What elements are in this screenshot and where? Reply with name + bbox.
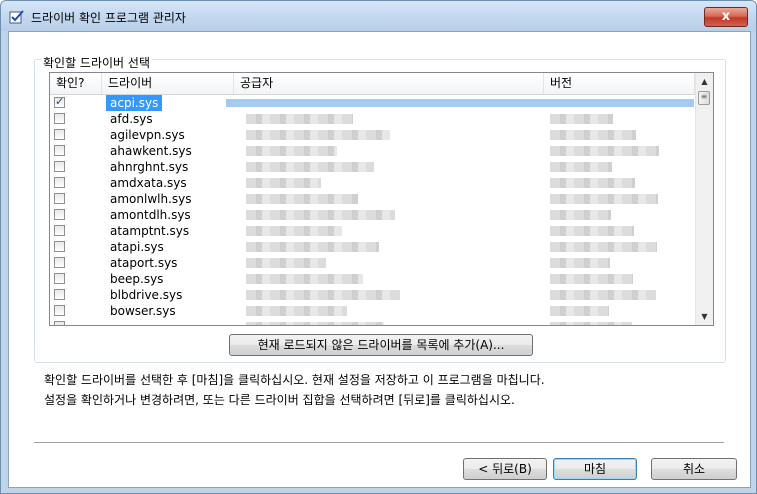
version-redacted: [550, 210, 611, 220]
driver-list[interactable]: 확인? 드라이버 공급자 버전 acpi.sysafd.sys agilevpn.…: [49, 72, 714, 326]
verify-checkbox[interactable]: [54, 257, 65, 268]
version-redacted: [550, 146, 659, 156]
vendor-redacted: [246, 162, 374, 172]
vendor-redacted: [246, 194, 358, 204]
vendor-redacted: [246, 306, 347, 316]
driver-name: ataport.sys: [110, 256, 178, 270]
close-icon: x: [721, 9, 731, 24]
table-row[interactable]: ataport.sys: [50, 255, 695, 271]
column-header-check[interactable]: 확인?: [50, 73, 102, 94]
scroll-up-arrow-icon[interactable]: ▲: [696, 73, 713, 90]
driver-name: amontdlh.sys: [110, 208, 191, 222]
vendor-redacted: [246, 258, 326, 268]
version-redacted: [550, 306, 609, 316]
back-button[interactable]: < 뒤로(B): [463, 458, 547, 480]
driver-name: bowser.sys: [110, 304, 176, 318]
driver-name: amonlwlh.sys: [110, 192, 192, 206]
driver-name: atapi.sys: [110, 240, 164, 254]
title-bar[interactable]: 드라이버 확인 프로그램 관리자 x: [1, 1, 756, 31]
table-row[interactable]: afd.sys: [50, 111, 695, 127]
close-button[interactable]: x: [704, 7, 748, 27]
driver-name: acpi.sys: [106, 95, 163, 111]
version-redacted: [550, 242, 657, 252]
table-row[interactable]: ahnrghnt.sys: [50, 159, 695, 175]
column-header-version[interactable]: 버전: [544, 73, 695, 94]
column-header-driver[interactable]: 드라이버: [102, 73, 234, 94]
column-header-vendor[interactable]: 공급자: [234, 73, 544, 94]
instruction-text-1: 확인할 드라이버를 선택한 후 [마침]을 클릭하십시오. 현재 설정을 저장하…: [44, 373, 545, 387]
verify-checkbox[interactable]: [54, 305, 65, 316]
verify-checkbox[interactable]: [54, 145, 65, 156]
list-header: 확인? 드라이버 공급자 버전: [50, 73, 695, 95]
verify-checkbox[interactable]: [54, 113, 65, 124]
vendor-redacted: [246, 210, 395, 220]
driver-name: beep.sys: [110, 272, 164, 286]
vendor-redacted: [246, 146, 337, 156]
table-row[interactable]: atapi.sys: [50, 239, 695, 255]
version-redacted: [550, 194, 658, 204]
version-redacted: [550, 162, 612, 172]
vendor-redacted: [246, 226, 342, 236]
driver-name: atamptnt.sys: [110, 224, 190, 238]
client-area: 확인할 드라이버 선택 확인? 드라이버 공급자 버전 acpi.sysafd.…: [8, 31, 751, 488]
scroll-down-arrow-icon[interactable]: ▼: [696, 308, 713, 325]
driver-name: agilevpn.sys: [110, 128, 185, 142]
table-row[interactable]: atamptnt.sys: [50, 223, 695, 239]
version-redacted: [550, 290, 656, 300]
vendor-redacted: [246, 130, 390, 140]
driver-name: ahnrghnt.sys: [110, 160, 189, 174]
finish-button[interactable]: 마침: [553, 458, 637, 480]
version-redacted: [550, 226, 634, 236]
version-redacted: [550, 258, 610, 268]
driver-name: ahawkent.sys: [110, 144, 192, 158]
table-row[interactable]: amontdlh.sys: [50, 207, 695, 223]
vendor-redacted: [246, 274, 363, 284]
table-row[interactable]: blbdrive.sys: [50, 287, 695, 303]
row-selection-highlight: [226, 99, 694, 107]
table-row[interactable]: bowser.sys: [50, 303, 695, 319]
vendor-redacted: [246, 322, 384, 325]
driver-name: amdxata.sys: [110, 176, 187, 190]
table-row[interactable]: [50, 319, 695, 325]
vendor-redacted: [246, 114, 353, 124]
version-redacted: [550, 178, 635, 188]
instruction-text-2: 설정을 확인하거나 변경하려면, 또는 다른 드라이버 집합을 선택하려면 [뒤…: [44, 393, 515, 407]
verify-checkbox[interactable]: [54, 225, 65, 236]
verify-checkbox[interactable]: [54, 273, 65, 284]
vendor-redacted: [246, 178, 321, 188]
verifier-app-icon: [9, 10, 24, 24]
scroll-thumb[interactable]: ≡: [698, 91, 710, 105]
table-row[interactable]: amdxata.sys: [50, 175, 695, 191]
add-unloaded-drivers-button[interactable]: 현재 로드되지 않은 드라이버를 목록에 추가(A)...: [229, 334, 533, 356]
window-title: 드라이버 확인 프로그램 관리자: [31, 11, 186, 25]
verify-checkbox[interactable]: [54, 177, 65, 188]
table-row[interactable]: beep.sys: [50, 271, 695, 287]
vertical-scrollbar[interactable]: ▲ ≡ ▼: [695, 73, 713, 325]
group-label: 확인할 드라이버 선택: [41, 54, 152, 71]
separator: [34, 442, 724, 444]
verify-checkbox[interactable]: [54, 193, 65, 204]
driver-name: afd.sys: [110, 112, 153, 126]
verify-checkbox[interactable]: [54, 161, 65, 172]
cancel-button[interactable]: 취소: [651, 458, 737, 480]
verify-checkbox[interactable]: [54, 241, 65, 252]
verify-checkbox[interactable]: [54, 209, 65, 220]
version-redacted: [550, 114, 613, 124]
version-redacted: [550, 322, 632, 325]
verify-checkbox[interactable]: [54, 129, 65, 140]
vendor-redacted: [246, 290, 400, 300]
version-redacted: [550, 130, 636, 140]
verify-checkbox[interactable]: [54, 321, 65, 325]
table-row[interactable]: acpi.sys: [50, 95, 695, 111]
table-row[interactable]: ahawkent.sys: [50, 143, 695, 159]
vendor-redacted: [246, 242, 379, 252]
version-redacted: [550, 274, 633, 284]
driver-name: blbdrive.sys: [110, 288, 183, 302]
table-row[interactable]: amonlwlh.sys: [50, 191, 695, 207]
verify-checkbox[interactable]: [54, 289, 65, 300]
verify-checkbox[interactable]: [54, 95, 65, 108]
table-row[interactable]: agilevpn.sys: [50, 127, 695, 143]
dialog-window: 드라이버 확인 프로그램 관리자 x 확인할 드라이버 선택 확인? 드라이버 …: [0, 0, 757, 494]
